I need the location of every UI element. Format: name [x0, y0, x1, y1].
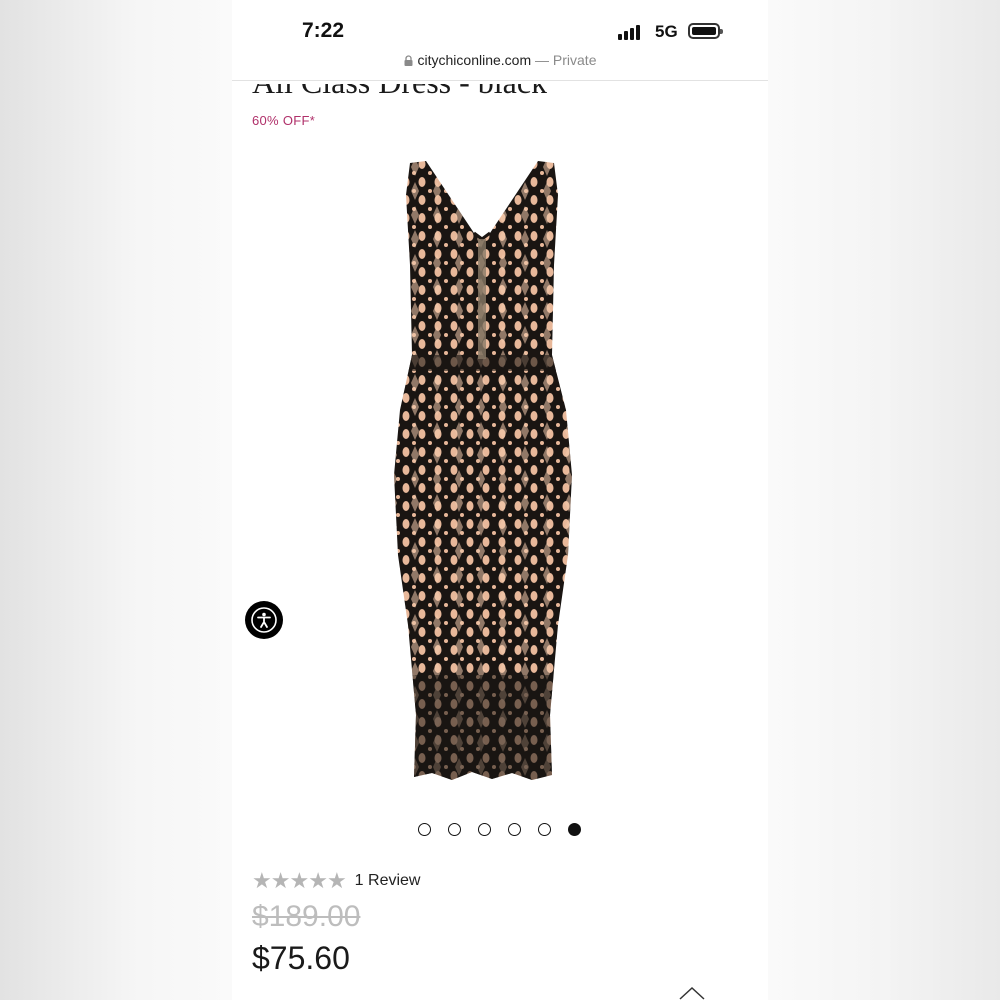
carousel-dot[interactable] — [538, 823, 551, 836]
cellular-signal-icon — [618, 24, 646, 40]
product-image[interactable] — [382, 155, 622, 795]
rating-row: ★ ★ ★ ★ ★ 1 Review — [252, 870, 420, 892]
private-label: Private — [552, 52, 597, 68]
star-icon: ★ — [289, 868, 310, 893]
battery-icon — [688, 23, 723, 39]
url-separator: — — [531, 52, 553, 68]
carousel-dot[interactable] — [568, 823, 581, 836]
network-type: 5G — [655, 22, 678, 41]
original-price: $189.00 — [252, 900, 361, 933]
carousel-dot[interactable] — [508, 823, 521, 836]
star-icon: ★ — [252, 868, 272, 893]
accessibility-button[interactable] — [245, 601, 283, 639]
review-count-link[interactable]: 1 Review — [355, 872, 421, 890]
carousel-indicators — [418, 823, 581, 837]
star-icon: ★ — [326, 868, 347, 893]
star-icon: ★ — [308, 868, 328, 893]
dress-photo — [394, 161, 572, 780]
address-bar[interactable]: citychiconline.com — Private — [232, 52, 768, 74]
carousel-dot[interactable] — [448, 823, 461, 836]
lock-icon — [404, 55, 413, 66]
chevron-up-icon[interactable] — [678, 985, 706, 1000]
header-divider — [232, 80, 768, 81]
status-bar: 7:22 5G — [232, 0, 768, 48]
carousel-dot[interactable] — [418, 823, 431, 836]
star-icon: ★ — [270, 868, 291, 893]
carousel-dot[interactable] — [478, 823, 491, 836]
background-right — [768, 0, 1000, 1000]
phone-screen: 7:22 5G citychiconline.com — Private All… — [232, 0, 768, 1000]
url-text: citychiconline.com — [417, 52, 532, 68]
status-time: 7:22 — [302, 19, 345, 42]
discount-badge: 60% OFF* — [252, 113, 316, 128]
background-left — [0, 0, 232, 1000]
accessibility-icon — [251, 607, 277, 633]
sale-price: $75.60 — [252, 940, 350, 976]
